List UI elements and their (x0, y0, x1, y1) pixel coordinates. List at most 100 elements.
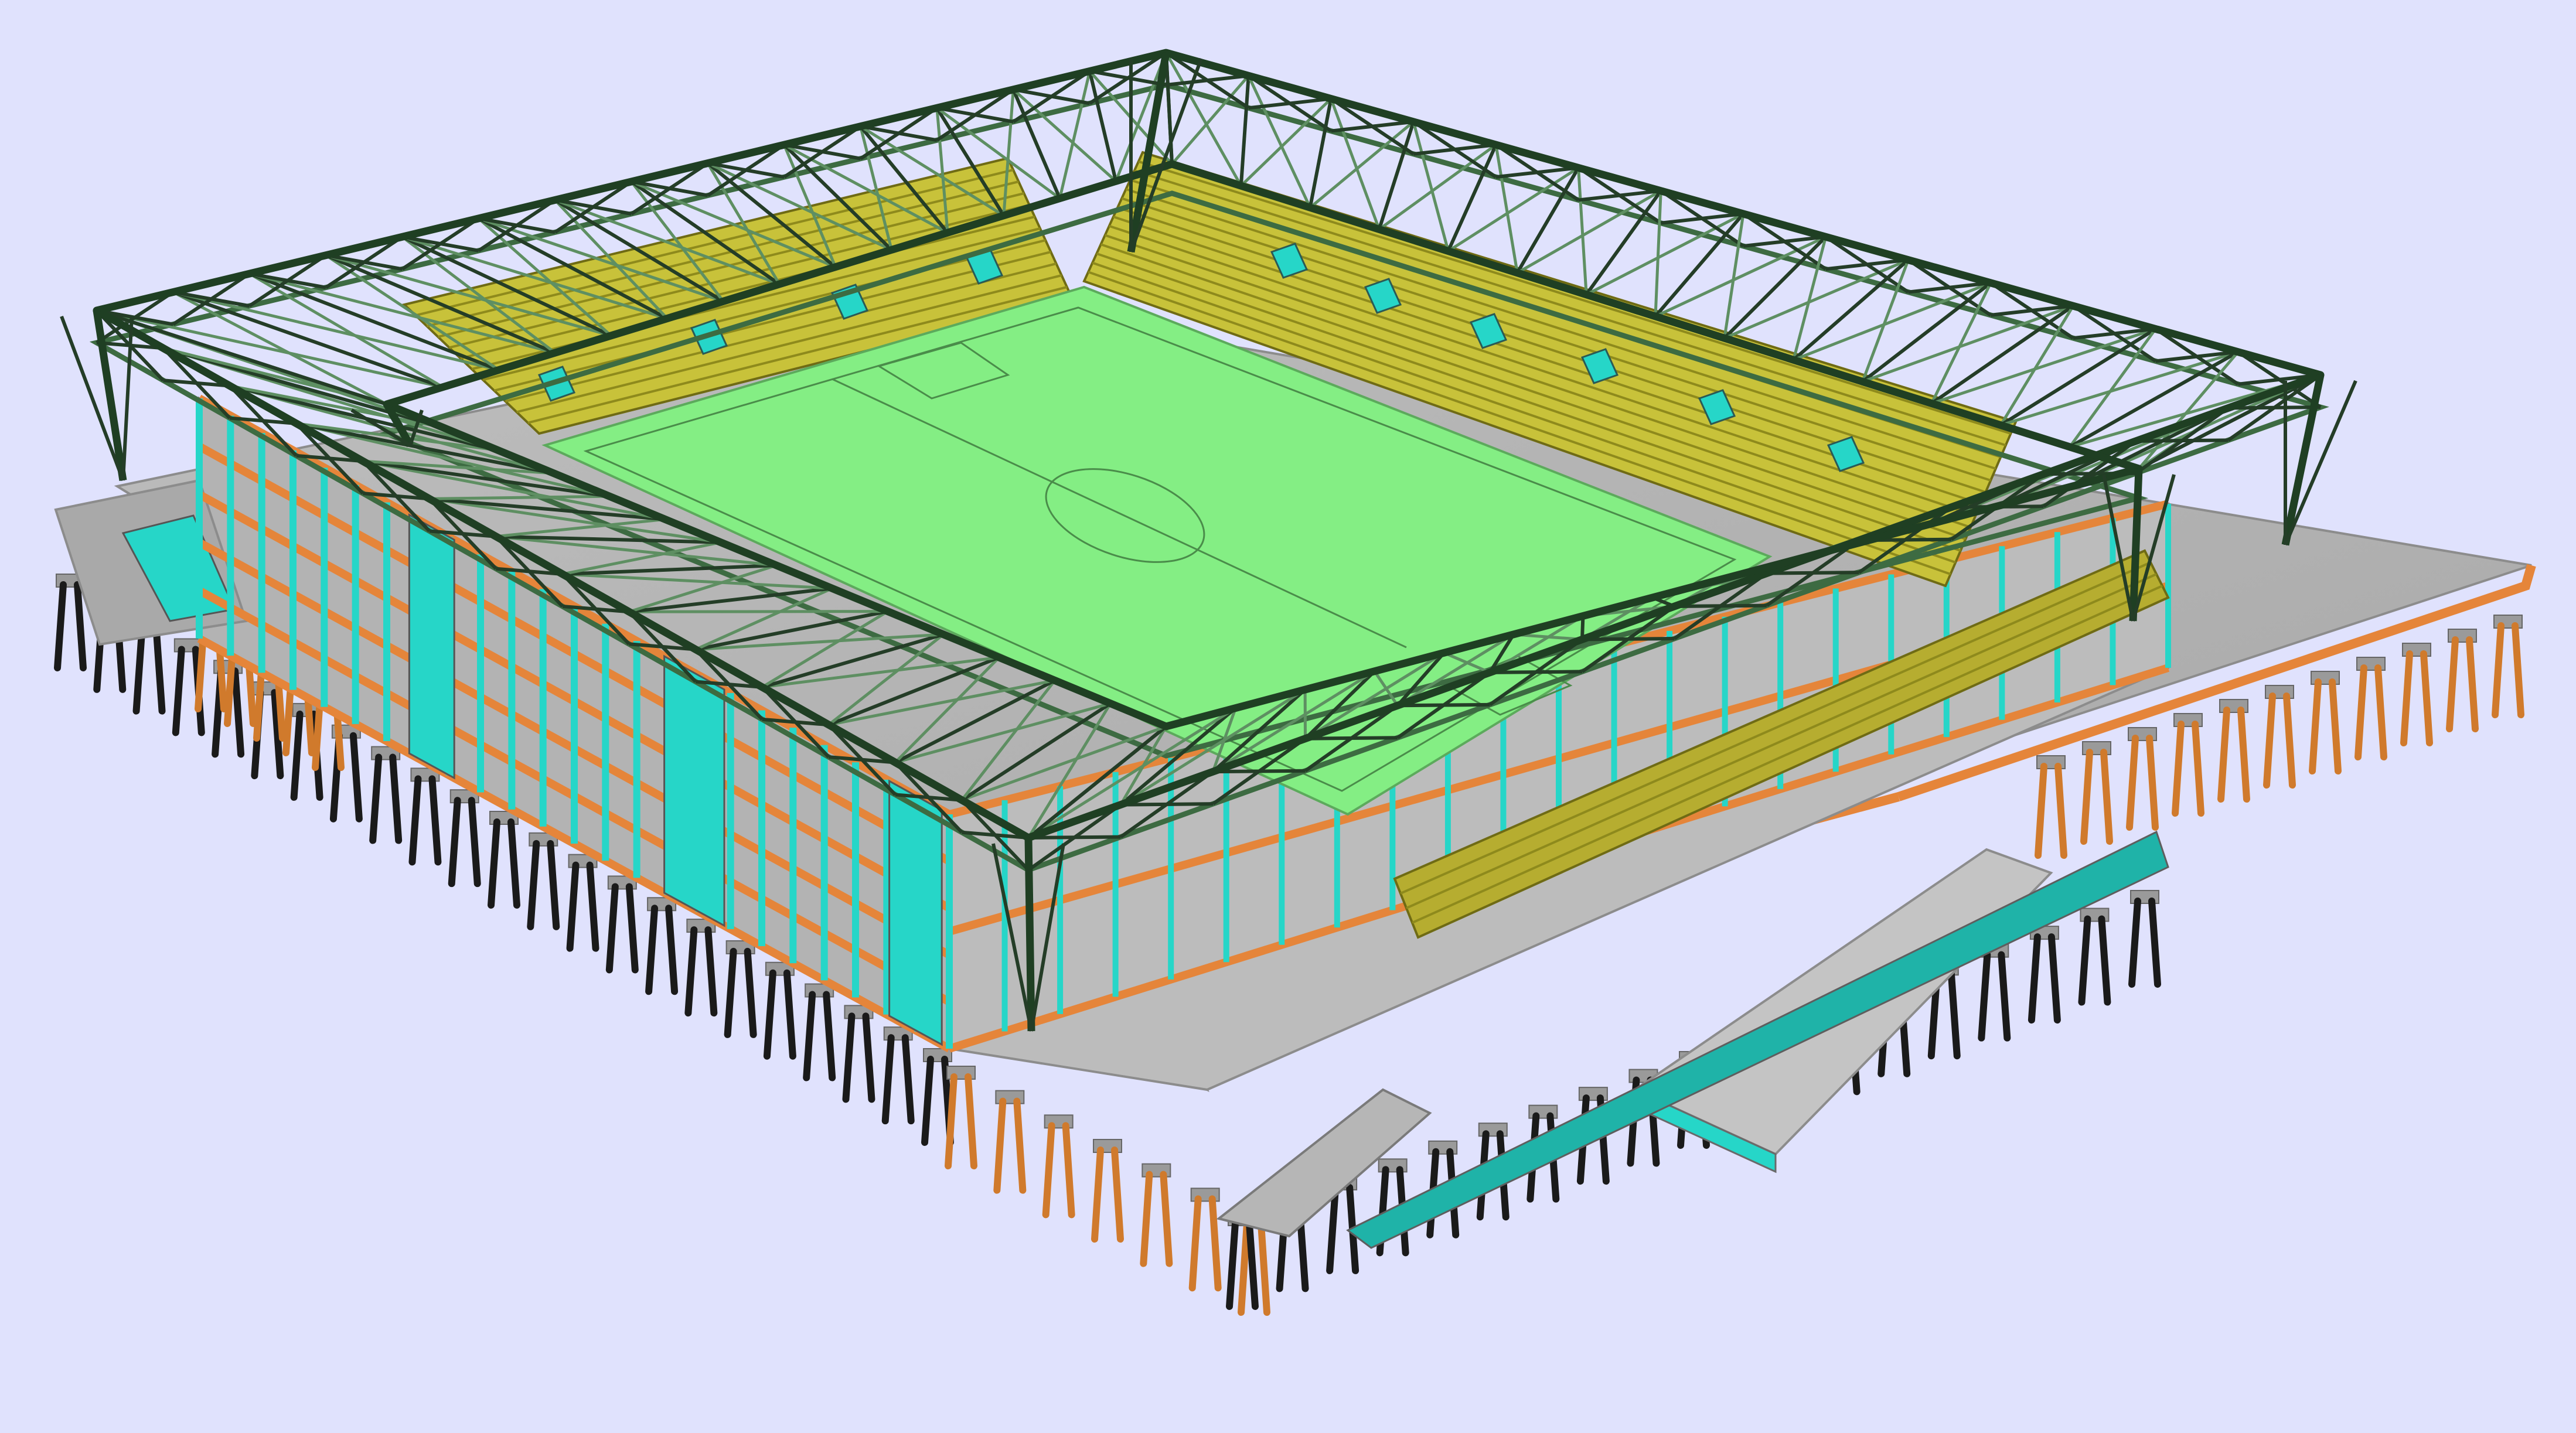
pile (2492, 622, 2505, 718)
model-viewport[interactable] (0, 0, 2576, 1433)
pile (993, 1097, 1007, 1194)
truss-diagonal (1330, 98, 1381, 230)
pile (744, 947, 757, 1038)
pile (1140, 1171, 1153, 1267)
pile (1042, 1122, 1055, 1219)
truss-web-member (1766, 571, 1859, 575)
stadium-3d-model[interactable] (0, 0, 2576, 1433)
pile (527, 840, 540, 930)
pile (783, 969, 796, 1060)
pile (1208, 1195, 1222, 1292)
truss-web-member (1212, 769, 1306, 774)
stair-core-panel (663, 654, 725, 927)
pile (2128, 898, 2141, 988)
pile (704, 926, 718, 1017)
pile (665, 905, 679, 995)
truss-web-member (1028, 835, 1121, 840)
pile (1111, 1147, 1124, 1243)
pile (2217, 707, 2230, 803)
pile (1238, 1220, 1250, 1316)
pile (2237, 707, 2250, 803)
pile (1978, 951, 1991, 1042)
pile (2047, 933, 2061, 1024)
truss-web-member (2135, 438, 2229, 443)
pile (2420, 650, 2433, 746)
truss-diagonal (1577, 168, 1588, 295)
pile (2400, 650, 2413, 746)
pile (2078, 915, 2091, 1006)
pile (448, 797, 461, 888)
pile (823, 991, 836, 1081)
pile (2080, 749, 2093, 845)
pile (2100, 749, 2113, 845)
pile (881, 1034, 895, 1125)
pile (2172, 721, 2185, 817)
pile (54, 581, 67, 671)
pile (1160, 1171, 1173, 1267)
truss-support-leg (1024, 837, 1035, 1032)
pile (1091, 1147, 1104, 1243)
pile (724, 947, 737, 1038)
pile (2028, 933, 2041, 1024)
truss-web-member (1331, 120, 1414, 133)
pile (2283, 692, 2296, 789)
pile (862, 1012, 875, 1103)
truss-web-member (2228, 405, 2321, 410)
pile (2263, 692, 2276, 789)
pile (349, 732, 363, 823)
pile (1062, 1122, 1075, 1219)
pile (290, 710, 304, 801)
pile (2148, 898, 2161, 988)
pile (684, 926, 698, 1017)
pile (965, 1073, 977, 1169)
pile (231, 667, 245, 758)
pile (921, 1056, 934, 1146)
pile (408, 775, 422, 866)
pile (1226, 1220, 1239, 1310)
pile (507, 818, 520, 909)
pile (645, 905, 659, 995)
pile (2035, 763, 2047, 859)
pile (2054, 763, 2067, 859)
truss-rafter (1723, 236, 1827, 340)
pile (605, 883, 619, 974)
pile (2446, 636, 2459, 732)
truss-rafter (1239, 76, 1250, 186)
pile (2098, 915, 2111, 1006)
truss-rafter (2138, 373, 2322, 470)
pile (547, 840, 560, 930)
pile (566, 861, 580, 952)
pile (2354, 664, 2367, 760)
pile (2126, 735, 2139, 831)
pile (152, 624, 166, 715)
pile (1188, 1195, 1202, 1292)
pile (1258, 1220, 1270, 1316)
pile (1013, 1097, 1027, 1194)
truss-web-member (1490, 670, 1583, 674)
pile (1947, 969, 1961, 1060)
pile (763, 969, 776, 1060)
pile (2466, 636, 2479, 732)
pile (1998, 951, 2011, 1042)
pile (901, 1034, 915, 1125)
pile (2512, 622, 2524, 718)
pile (2329, 678, 2342, 774)
pile (2192, 721, 2204, 817)
pile (389, 753, 403, 844)
pile (2309, 678, 2322, 774)
stair-core-panel (888, 779, 943, 1046)
pile (625, 883, 639, 974)
pile (803, 991, 816, 1081)
pile (842, 1012, 856, 1103)
truss-diagonal (1654, 190, 1662, 317)
pile (428, 775, 442, 866)
pile (488, 818, 500, 909)
pile (2374, 664, 2387, 760)
pile (2146, 735, 2159, 831)
pile (1246, 1220, 1259, 1310)
pile (74, 581, 87, 671)
pile (468, 797, 481, 888)
stair-core-panel (408, 513, 455, 780)
pile (369, 753, 383, 844)
pile (586, 861, 599, 952)
